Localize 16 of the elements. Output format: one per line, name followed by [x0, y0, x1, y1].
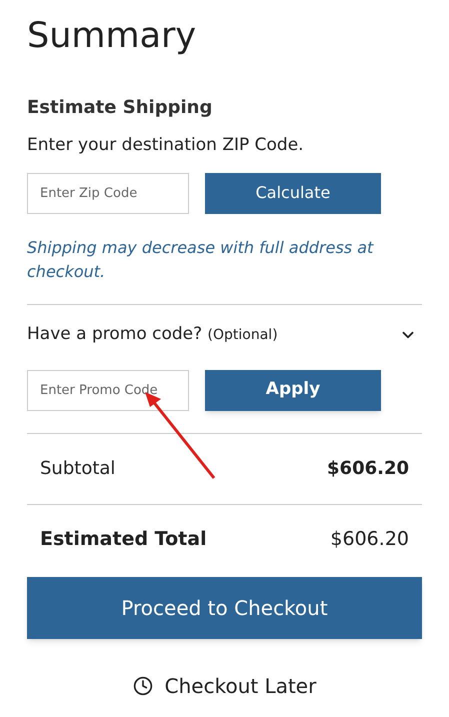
- total-value: $606.20: [327, 457, 409, 481]
- calculate-button[interactable]: Calculate: [205, 172, 381, 214]
- total-label: Estimated Total: [40, 527, 207, 552]
- zip-code-field[interactable]: Enter Zip Code: [27, 172, 189, 214]
- apply-button[interactable]: Apply: [205, 370, 381, 410]
- section-heading: Estimate Shipping: [27, 97, 212, 118]
- page-title: Summary: [27, 15, 196, 58]
- total-value: $606.20: [330, 527, 409, 552]
- clock-icon: [132, 676, 153, 696]
- promo-code-field[interactable]: Enter Promo Code: [27, 370, 189, 410]
- checkout-later-link[interactable]: Checkout Later: [132, 670, 316, 700]
- total-label: Subtotal: [40, 457, 116, 481]
- promo-toggle[interactable]: Have a promo code? (Optional): [27, 304, 422, 364]
- shipping-note: Shipping may decrease with full address at checkout.: [27, 236, 375, 282]
- checkout-button[interactable]: Proceed to Checkout: [27, 576, 422, 638]
- instruction-text: Enter your destination ZIP Code.: [27, 135, 304, 155]
